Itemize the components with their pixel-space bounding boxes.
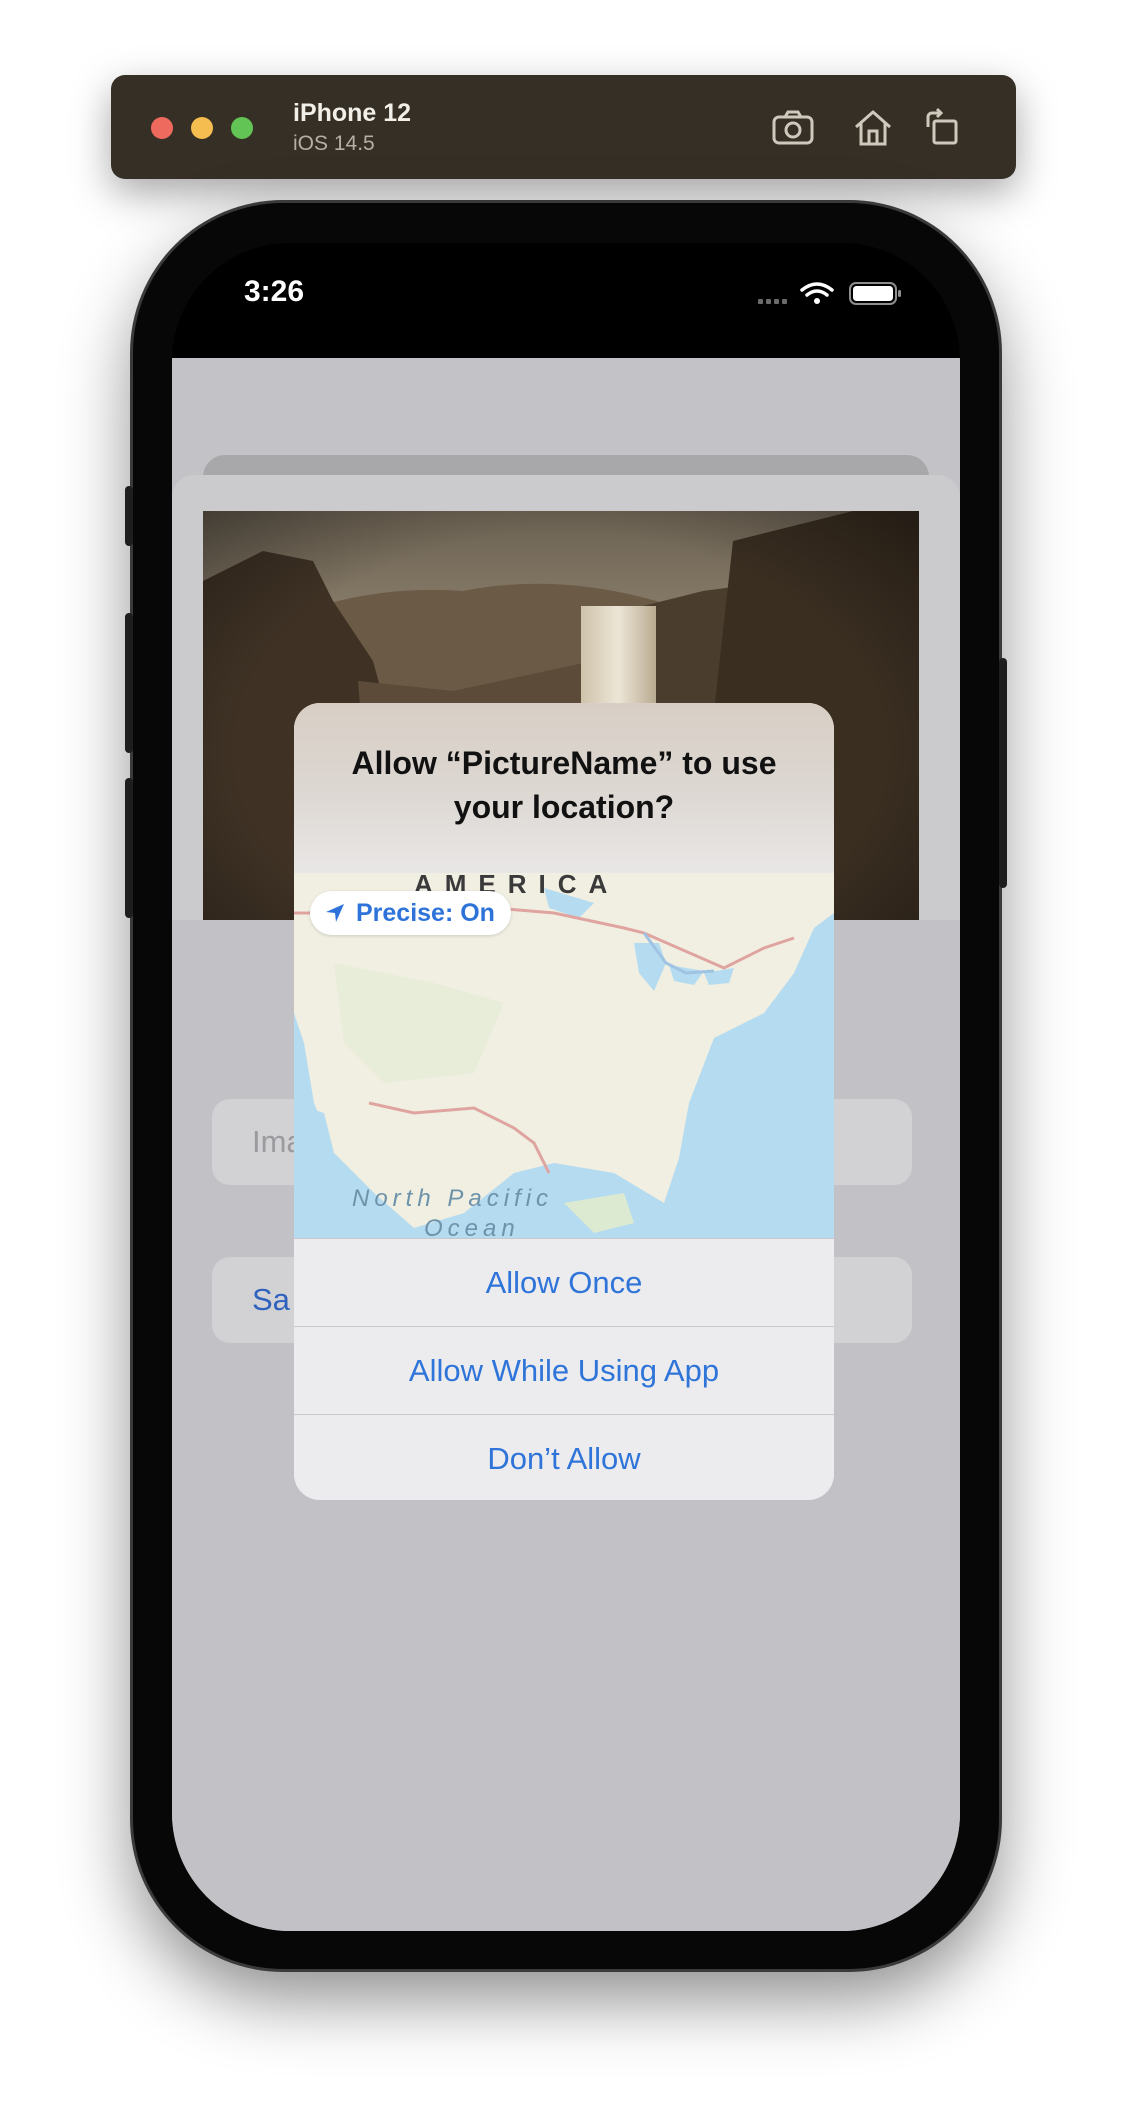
location-permission-alert: Allow “PictureName” to use your location… (294, 703, 834, 1500)
simulator-toolbar: iPhone 12 iOS 14.5 (111, 75, 1016, 179)
cellular-icon (758, 299, 787, 304)
volume-up-button (125, 613, 133, 753)
location-arrow-icon (326, 904, 344, 922)
screenshot-icon[interactable] (770, 105, 816, 151)
alert-header: Allow “PictureName” to use your location… (294, 703, 834, 873)
map-ocean-label-line1: North Pacific (352, 1185, 554, 1212)
map-ocean-label-line2: Ocean (424, 1215, 520, 1238)
mute-switch (125, 486, 133, 546)
status-icons (758, 282, 901, 305)
zoom-window-button[interactable] (231, 117, 253, 139)
close-window-button[interactable] (151, 117, 173, 139)
minimize-window-button[interactable] (191, 117, 213, 139)
device-name: iPhone 12 (293, 99, 412, 127)
battery-icon (849, 282, 901, 305)
allow-once-button[interactable]: Allow Once (294, 1238, 834, 1327)
precise-label: Precise: On (356, 898, 495, 927)
status-time: 3:26 (244, 275, 305, 308)
power-button (999, 658, 1007, 888)
alert-title: Allow “PictureName” to use your location… (351, 745, 777, 825)
wifi-icon (800, 282, 834, 297)
volume-down-button (125, 778, 133, 918)
allow-while-using-app-button[interactable]: Allow While Using App (294, 1326, 834, 1415)
home-icon[interactable] (850, 105, 896, 151)
precise-location-toggle[interactable]: Precise: On (310, 891, 511, 935)
dont-allow-button[interactable]: Don’t Allow (294, 1414, 834, 1500)
location-map: AMERICA North Pacific Ocean Precise: On (294, 873, 834, 1238)
os-version: iOS 14.5 (293, 132, 375, 155)
rotate-icon[interactable] (920, 105, 966, 151)
save-button-label: Sa (252, 1282, 290, 1317)
